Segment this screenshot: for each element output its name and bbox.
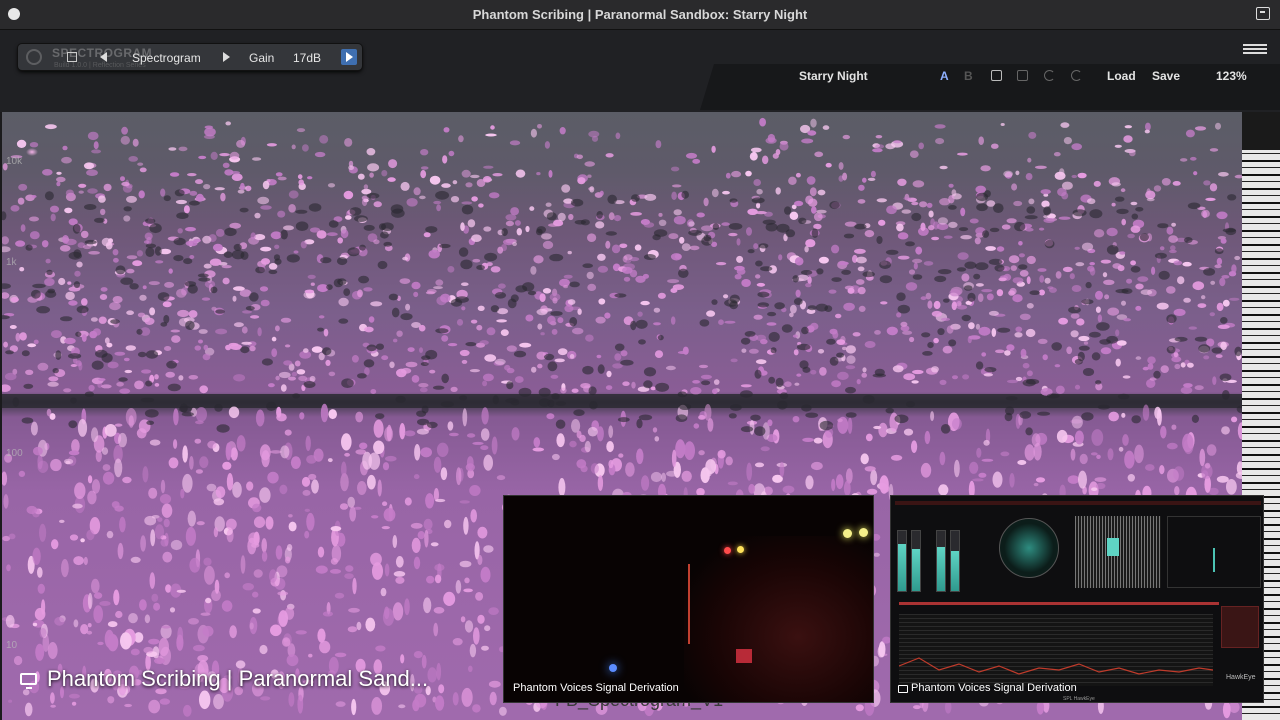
prev-icon[interactable] [100, 52, 107, 62]
ab-b-button[interactable]: B [964, 69, 973, 83]
mode-selector[interactable]: Spectrogram [132, 51, 201, 65]
piano-header [1242, 112, 1280, 150]
camera-object [736, 649, 752, 663]
level-meter [950, 530, 960, 592]
camera-light [859, 528, 868, 537]
gain-value[interactable]: 17dB [293, 51, 321, 65]
title-bar: Phantom Scribing | Paranormal Sandbox: S… [0, 0, 1280, 30]
camera-glow [684, 536, 873, 702]
paste-icon[interactable] [1017, 70, 1028, 81]
camera-light [724, 547, 731, 554]
footer-label: SPL HawkEye [1063, 696, 1095, 702]
video2-caption: Phantom Voices Signal Derivation [911, 682, 1077, 694]
app-window: Phantom Scribing | Paranormal Sandbox: S… [0, 0, 1280, 720]
video-panel-meters[interactable]: HawkEye SPL HawkEye Phantom Voices Signa… [890, 495, 1264, 703]
copy-icon[interactable] [991, 70, 1002, 81]
window-title: Phantom Scribing | Paranormal Sandbox: S… [472, 7, 808, 22]
freq-label: 100 [6, 448, 23, 459]
ab-a-button[interactable]: A [940, 69, 949, 83]
camera-light [609, 664, 617, 672]
side-panel [1221, 606, 1259, 648]
video1-caption: Phantom Voices Signal Derivation [513, 682, 679, 694]
gain-label: Gain [249, 51, 275, 65]
freq-label: 10 [6, 640, 18, 651]
zoom-level[interactable]: 123% [1216, 69, 1247, 83]
camera-light [737, 546, 744, 553]
level-meter [897, 530, 907, 592]
monitor-icon [898, 685, 908, 693]
balance-marker [1213, 548, 1215, 572]
load-button[interactable]: Load [1107, 69, 1136, 83]
preset-name[interactable]: Starry Night [799, 69, 868, 83]
overlay-window-title: Phantom Scribing | Paranormal Sand... [47, 666, 429, 691]
play-icon[interactable] [341, 49, 357, 65]
camera-light [843, 529, 852, 538]
crop-icon[interactable] [67, 52, 77, 62]
freq-label: 10k [6, 156, 23, 167]
freq-label: 1k [6, 257, 17, 268]
next-icon[interactable] [223, 52, 230, 62]
meter-header [895, 501, 1261, 505]
save-button[interactable]: Save [1152, 69, 1180, 83]
redo-icon[interactable] [1071, 70, 1082, 81]
monitor-icon [20, 673, 37, 689]
vectorscope [999, 518, 1059, 578]
undo-icon[interactable] [1044, 70, 1055, 81]
level-meter [936, 530, 946, 592]
camera-line [688, 564, 690, 644]
correlation-marker [1107, 538, 1119, 556]
window-restore-icon[interactable] [1256, 7, 1270, 20]
menu-icon[interactable] [1243, 44, 1267, 54]
history-trace [899, 657, 1213, 675]
video-panel-camera[interactable]: Phantom Voices Signal Derivation [503, 495, 874, 703]
brand-label: HawkEye [1226, 674, 1256, 681]
level-meter [911, 530, 921, 592]
control-strip [899, 602, 1219, 605]
logo-mark-icon [26, 49, 42, 65]
header-panel [700, 64, 1280, 110]
